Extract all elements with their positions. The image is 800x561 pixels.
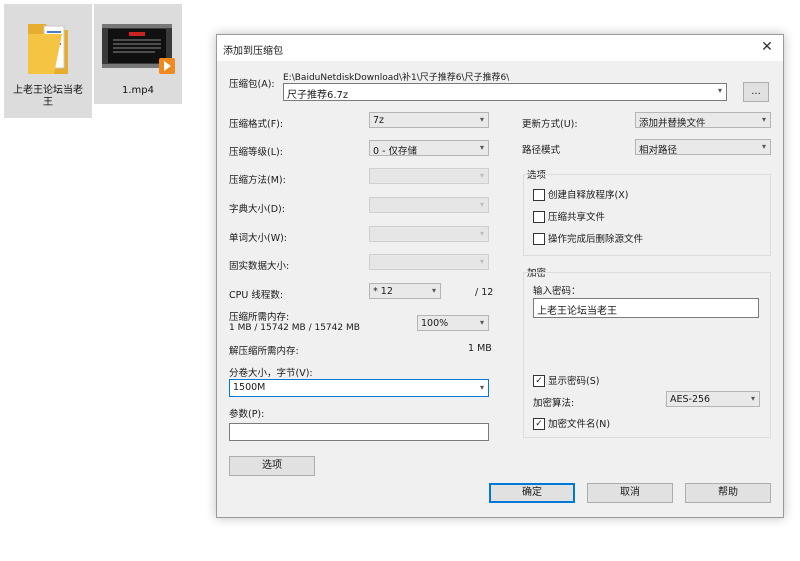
update-mode-value: 添加并替换文件 — [639, 118, 706, 129]
memory-label: 压缩所需内存: — [229, 312, 290, 323]
chevron-down-icon: ▾ — [761, 115, 766, 124]
chevron-down-icon: ▾ — [479, 257, 484, 266]
cpu-threads-label: CPU 线程数: — [229, 290, 284, 301]
chevron-down-icon: ▾ — [479, 318, 484, 327]
encryption-method-label: 加密算法: — [533, 398, 575, 409]
path-mode-label: 路径模式 — [522, 145, 561, 156]
ok-button[interactable]: 确定 — [489, 483, 575, 503]
split-size-value: 1500M — [233, 382, 266, 393]
add-to-archive-dialog: 添加到压缩包 ✕ 压缩包(A): E:\BaiduNetdiskDownload… — [216, 34, 784, 518]
archive-name-value: 尺子推荐6.7z — [287, 90, 349, 101]
encryption-method-value: AES-256 — [670, 394, 711, 405]
video-file-icon — [102, 24, 175, 74]
parameters-label: 参数(P): — [229, 409, 265, 420]
close-icon[interactable]: ✕ — [759, 39, 775, 55]
solid-size-select[interactable]: ▾ — [369, 254, 489, 270]
chevron-down-icon: ▾ — [479, 171, 484, 180]
chevron-down-icon: ▾ — [761, 142, 766, 151]
delete-after-label: 操作完成后删除源文件 — [548, 234, 644, 245]
split-size-combobox[interactable]: 1500M ▾ — [229, 379, 489, 397]
password-value: 上老王论坛当老王 — [537, 306, 617, 317]
method-select[interactable]: ▾ — [369, 168, 489, 184]
encrypt-names-checkbox[interactable]: ✓ 加密文件名(N) — [533, 416, 610, 431]
title-bar[interactable]: 添加到压缩包 ✕ — [217, 35, 783, 61]
update-mode-label: 更新方式(U): — [522, 119, 578, 130]
archive-name-combobox[interactable]: 尺子推荐6.7z ▾ — [283, 83, 727, 101]
shared-files-label: 压缩共享文件 — [548, 212, 606, 223]
encrypt-names-label: 加密文件名(N) — [548, 419, 611, 430]
path-mode-select[interactable]: 相对路径 ▾ — [635, 139, 771, 156]
show-password-checkbox[interactable]: ✓ 显示密码(S) — [533, 373, 599, 388]
password-input[interactable]: 上老王论坛当老王 — [533, 298, 759, 318]
archive-label: 压缩包(A): — [229, 79, 275, 90]
dictionary-select[interactable]: ▾ — [369, 197, 489, 213]
memory-percent-value: 100% — [421, 318, 449, 329]
chevron-down-icon: ▾ — [717, 86, 722, 95]
browse-button[interactable]: ... — [743, 82, 769, 102]
archive-path: E:\BaiduNetdiskDownload\补1\尺子推荐6\尺子推荐6\ — [283, 73, 510, 83]
folder-icon — [28, 24, 68, 74]
checkbox-box — [533, 188, 545, 201]
memory-percent-select[interactable]: 100% ▾ — [417, 315, 489, 331]
word-size-select[interactable]: ▾ — [369, 226, 489, 242]
checkbox-box — [533, 232, 545, 245]
chevron-down-icon: ▾ — [479, 143, 484, 152]
dialog-title: 添加到压缩包 — [223, 46, 283, 57]
format-select[interactable]: 7z ▾ — [369, 112, 489, 128]
chevron-down-icon: ▾ — [479, 383, 484, 392]
password-label: 输入密码： — [533, 286, 581, 297]
folder-label-line1: 上老王论坛当老 — [13, 85, 83, 96]
format-value: 7z — [373, 115, 385, 126]
update-mode-select[interactable]: 添加并替换文件 ▾ — [635, 112, 771, 129]
cpu-threads-select[interactable]: * 12 ▾ — [369, 283, 441, 299]
desktop-video-icon-item[interactable]: 1.mp4 — [94, 4, 182, 104]
checkbox-box — [533, 210, 545, 223]
sfx-checkbox[interactable]: 创建自释放程序(X) — [533, 187, 628, 202]
decompress-memory-label: 解压缩所需内存: — [229, 346, 299, 357]
sfx-label: 创建自释放程序(X) — [548, 190, 629, 201]
checkbox-check-icon: ✓ — [533, 417, 545, 430]
path-mode-value: 相对路径 — [639, 145, 678, 156]
cpu-threads-value: * 12 — [373, 286, 393, 297]
format-label: 压缩格式(F): — [229, 119, 284, 130]
cpu-total: / 12 — [475, 287, 494, 298]
method-label: 压缩方法(M): — [229, 175, 286, 186]
encryption-method-select[interactable]: AES-256 ▾ — [666, 391, 760, 407]
cancel-button[interactable]: 取消 — [587, 483, 673, 503]
video-label: 1.mp4 — [122, 85, 154, 96]
parameters-input[interactable] — [229, 423, 489, 441]
checkbox-check-icon: ✓ — [533, 374, 545, 387]
level-value: 0 - 仅存储 — [373, 146, 418, 157]
decompress-memory-value: 1 MB — [468, 343, 492, 354]
chevron-down-icon: ▾ — [479, 115, 484, 124]
chevron-down-icon: ▾ — [750, 394, 755, 403]
chevron-down-icon: ▾ — [431, 286, 436, 295]
dictionary-label: 字典大小(D): — [229, 204, 285, 215]
level-select[interactable]: 0 - 仅存储 ▾ — [369, 140, 489, 157]
delete-after-checkbox[interactable]: 操作完成后删除源文件 — [533, 231, 643, 246]
folder-label-line2: 王 — [43, 97, 53, 108]
show-password-label: 显示密码(S) — [548, 376, 600, 387]
desktop-folder-icon-item[interactable]: 上老王论坛当老 王 — [4, 4, 92, 118]
solid-size-label: 固实数据大小: — [229, 261, 290, 272]
chevron-down-icon: ▾ — [479, 200, 484, 209]
level-label: 压缩等级(L): — [229, 147, 283, 158]
help-button[interactable]: 帮助 — [685, 483, 771, 503]
memory-detail: 1 MB / 15742 MB / 15742 MB — [229, 323, 360, 333]
split-size-label: 分卷大小，字节(V): — [229, 368, 313, 379]
shared-files-checkbox[interactable]: 压缩共享文件 — [533, 209, 605, 224]
options-button[interactable]: 选项 — [229, 456, 315, 476]
word-size-label: 单词大小(W): — [229, 233, 288, 244]
chevron-down-icon: ▾ — [479, 229, 484, 238]
